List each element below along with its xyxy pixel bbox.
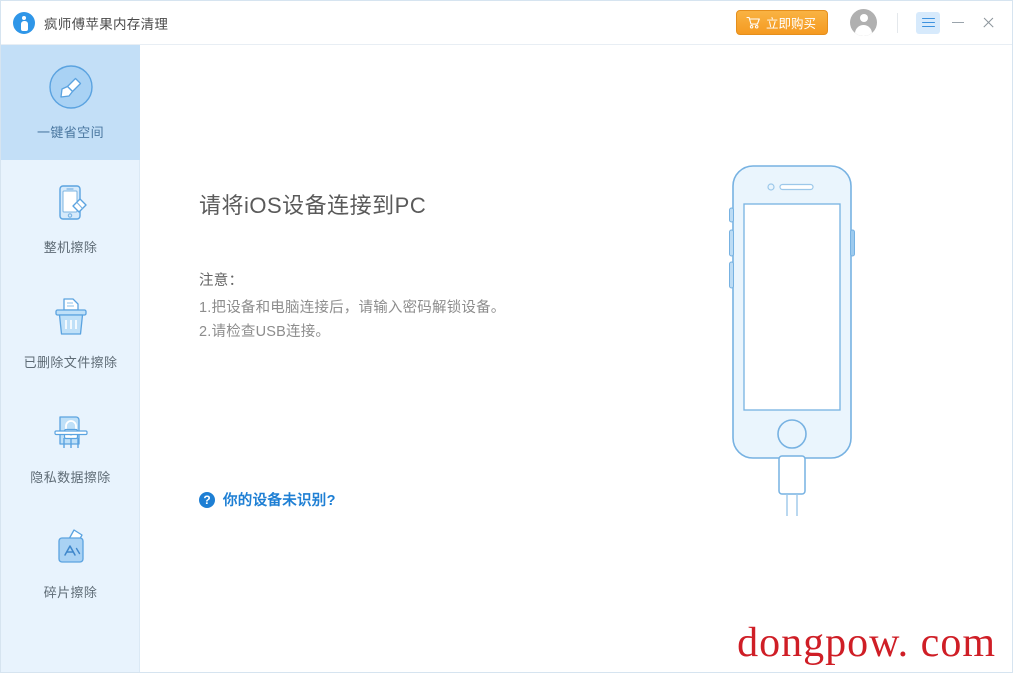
- sidebar-item-deleted-files-erase[interactable]: 已删除文件擦除: [1, 275, 140, 390]
- site-watermark: dongpow. com: [737, 620, 996, 666]
- title-bar: 疯师傅苹果内存清理 立即购买: [1, 1, 1012, 45]
- page-title: 请将iOS设备连接到PC: [199, 193, 427, 218]
- cart-icon: [746, 16, 761, 29]
- note-line-2: 2.请检查USB连接。: [199, 324, 331, 340]
- user-avatar-icon[interactable]: [850, 9, 877, 36]
- sidebar-item-full-device-erase[interactable]: 整机擦除: [1, 160, 140, 275]
- minimize-icon: [952, 21, 964, 24]
- sidebar-item-private-data-erase[interactable]: 隐私数据擦除: [1, 390, 140, 505]
- sidebar-item-one-key-save-space[interactable]: 一键省空间: [1, 45, 140, 160]
- sidebar-item-label: 隐私数据擦除: [30, 470, 111, 485]
- sidebar-item-label: 碎片擦除: [43, 585, 98, 600]
- minimize-button[interactable]: [946, 12, 970, 34]
- note-title: 注意：: [199, 273, 244, 289]
- sidebar-item-label: 整机擦除: [43, 240, 98, 255]
- main-content: 请将iOS设备连接到PC 注意： 1.把设备和电脑连接后，请输入密码解锁设备。 …: [141, 45, 1012, 672]
- hamburger-menu-icon[interactable]: [916, 11, 940, 34]
- note-list: 1.把设备和电脑连接后，请输入密码解锁设备。 2.请检查USB连接。: [199, 296, 506, 344]
- titlebar-divider: [897, 12, 898, 33]
- shredder-trash-icon: [45, 291, 97, 343]
- title-bar-right: 立即购买: [735, 1, 1012, 45]
- app-title: 疯师傅苹果内存清理: [44, 16, 169, 32]
- app-fragment-icon: [45, 521, 97, 573]
- buy-now-button[interactable]: 立即购买: [735, 10, 828, 35]
- buy-now-label: 立即购买: [765, 17, 816, 31]
- hamburger-lines: [921, 15, 935, 29]
- app-window: 疯师傅苹果内存清理 立即购买 一键省空间 整机擦除 已删除文件擦除 隐私数据擦除…: [0, 0, 1013, 673]
- app-logo-icon: [13, 11, 35, 34]
- iphone-with-lightning-cable-icon: [703, 160, 883, 525]
- sidebar-item-fragment-erase[interactable]: 碎片擦除: [1, 505, 140, 620]
- phone-eraser-icon: [45, 176, 97, 228]
- sidebar: 一键省空间 整机擦除 已删除文件擦除 隐私数据擦除 碎片擦除: [1, 45, 140, 672]
- question-mark-icon: ?: [199, 491, 215, 508]
- lock-shred-icon: [45, 406, 97, 458]
- note-line-1: 1.把设备和电脑连接后，请输入密码解锁设备。: [199, 300, 506, 316]
- sidebar-item-label: 一键省空间: [36, 125, 104, 140]
- close-button[interactable]: [976, 12, 1000, 34]
- device-not-recognized-link[interactable]: ? 你的设备未识别?: [199, 489, 336, 510]
- close-icon: [982, 16, 995, 29]
- broom-circle-icon: [45, 61, 97, 113]
- title-bar-left: 疯师傅苹果内存清理: [1, 1, 168, 45]
- sidebar-item-label: 已删除文件擦除: [23, 355, 118, 370]
- device-not-recognized-label: 你的设备未识别?: [223, 493, 336, 509]
